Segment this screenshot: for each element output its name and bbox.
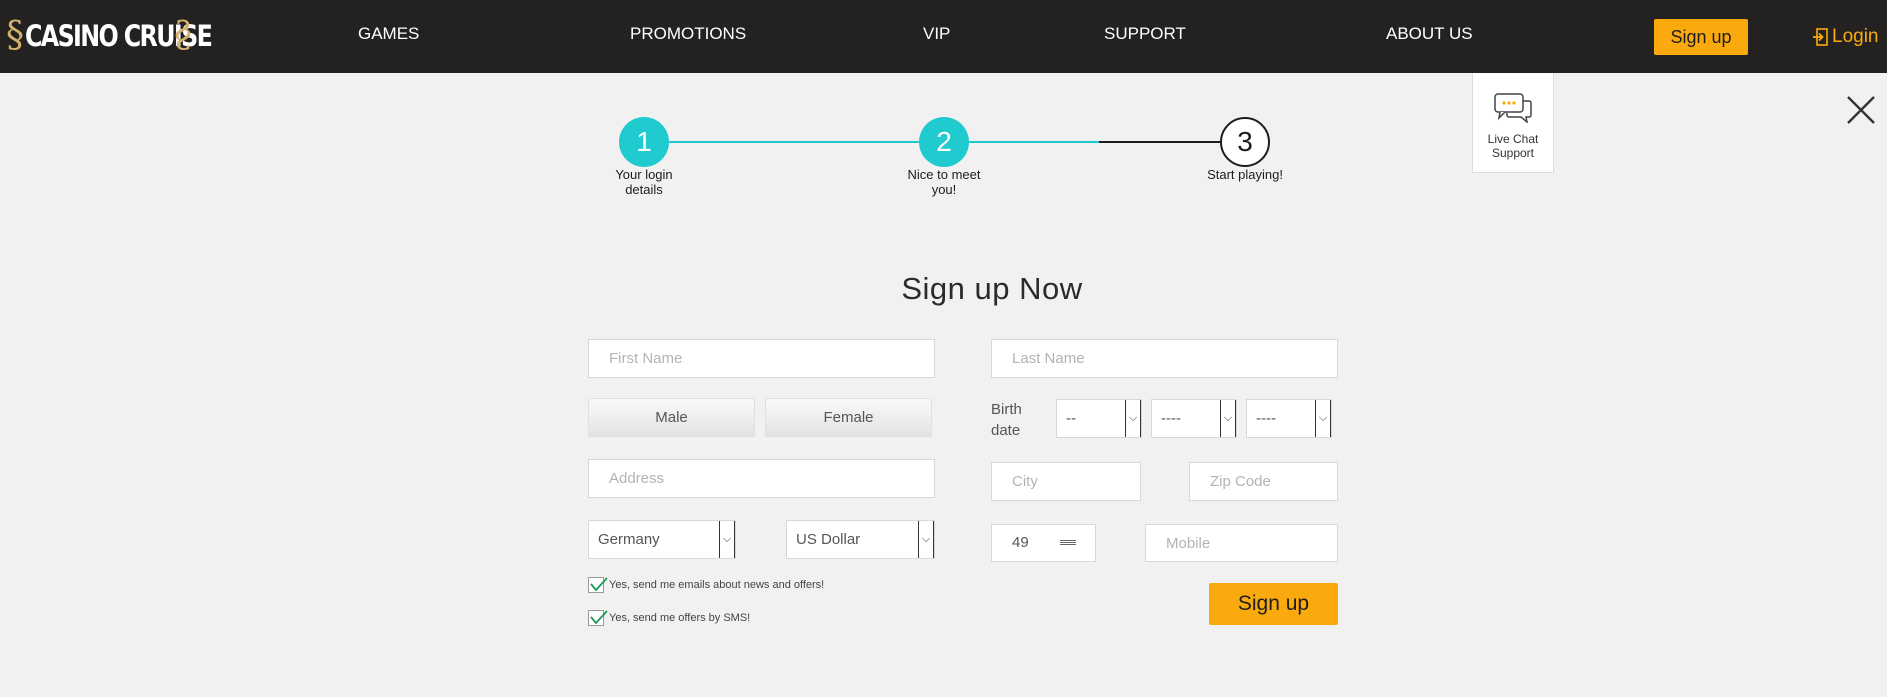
birth-date-label-line1: Birth: [991, 401, 1022, 418]
chevron-down-icon: ⌵: [719, 521, 735, 558]
signup-submit-button[interactable]: Sign up: [1209, 583, 1338, 625]
step-connector-1-2: [669, 141, 919, 143]
live-chat-label-line2: Support: [1491, 146, 1535, 160]
last-name-input[interactable]: [991, 339, 1338, 378]
top-navigation-bar: § CASINO CRUISE § GAMES PROMOTIONS VIP S…: [0, 0, 1887, 73]
sms-offers-checkbox[interactable]: [588, 610, 608, 626]
zip-code-input[interactable]: [1189, 462, 1338, 501]
step-2-label: Nice to meet you!: [889, 167, 999, 197]
birth-month-select[interactable]: ---- ⌵: [1151, 399, 1237, 438]
gender-male-button[interactable]: Male: [588, 398, 755, 437]
seahorse-icon: §: [6, 15, 24, 56]
email-offers-label: Yes, send me emails about news and offer…: [609, 578, 825, 591]
sms-offers-checkbox-row[interactable]: Yes, send me offers by SMS!: [588, 610, 750, 626]
city-input[interactable]: [991, 462, 1141, 501]
signup-title: Sign up Now: [901, 271, 1083, 306]
nav-promotions[interactable]: PROMOTIONS: [630, 24, 746, 44]
flag-icon: [1060, 540, 1076, 546]
casino-cruise-logo[interactable]: § CASINO CRUISE §: [6, 15, 213, 56]
email-offers-checkbox-row[interactable]: Yes, send me emails about news and offer…: [588, 577, 824, 593]
currency-value: US Dollar: [796, 531, 861, 548]
sms-offers-label: Yes, send me offers by SMS!: [609, 611, 751, 624]
currency-select[interactable]: US Dollar ⌵: [786, 520, 935, 559]
phone-prefix-select[interactable]: 49: [991, 524, 1096, 562]
birth-day-value: --: [1066, 410, 1076, 427]
step-2-label-line1: Nice to meet: [907, 167, 981, 182]
logo-text: CASINO CRUISE: [25, 19, 213, 53]
step-1-label-line2: details: [625, 182, 663, 197]
step-2-circle: 2: [919, 117, 969, 167]
close-icon[interactable]: [1846, 95, 1876, 125]
country-value: Germany: [598, 531, 660, 548]
birth-date-label-line2: date: [991, 422, 1021, 439]
step-connector-2-3-remaining: [1099, 141, 1221, 143]
chat-bubble-icon: [1494, 93, 1532, 124]
step-3-label: Start playing!: [1190, 167, 1300, 182]
chevron-down-icon: ⌵: [1220, 400, 1236, 437]
chevron-down-icon: ⌵: [1125, 400, 1141, 437]
birth-day-select[interactable]: -- ⌵: [1056, 399, 1142, 438]
chevron-down-icon: ⌵: [1315, 400, 1331, 437]
step-connector-2-3-progress: [969, 141, 1099, 143]
header-signup-button[interactable]: Sign up: [1654, 19, 1748, 55]
step-1-label-line1: Your login: [615, 167, 673, 182]
first-name-input[interactable]: [588, 339, 935, 378]
login-label: Login: [1832, 26, 1879, 47]
live-chat-support-button[interactable]: Live Chat Support: [1472, 73, 1554, 173]
gender-female-button[interactable]: Female: [765, 398, 932, 437]
step-2-label-line2: you!: [931, 182, 957, 197]
email-offers-checkbox[interactable]: [588, 577, 608, 593]
nav-about-us[interactable]: ABOUT US: [1386, 24, 1473, 44]
nav-games[interactable]: GAMES: [358, 24, 419, 44]
live-chat-label-line1: Live Chat: [1487, 132, 1539, 146]
step-1-circle: 1: [619, 117, 669, 167]
login-link[interactable]: Login: [1812, 25, 1879, 49]
birth-date-label: Birth date: [991, 399, 1041, 441]
phone-prefix-value: 49: [1012, 534, 1029, 551]
step-3-label-line1: Start playing!: [1207, 167, 1283, 182]
checkmark-icon: [590, 577, 608, 592]
birth-year-value: ----: [1256, 410, 1276, 427]
checkmark-icon: [590, 610, 608, 625]
address-input[interactable]: [588, 459, 935, 498]
birth-year-select[interactable]: ---- ⌵: [1246, 399, 1332, 438]
chevron-down-icon: ⌵: [918, 521, 934, 558]
nav-support[interactable]: SUPPORT: [1104, 24, 1186, 44]
birth-month-value: ----: [1161, 410, 1181, 427]
country-select[interactable]: Germany ⌵: [588, 520, 736, 559]
login-icon: [1813, 28, 1828, 46]
seahorse-icon: §: [174, 15, 192, 56]
step-1-label: Your login details: [589, 167, 699, 197]
mobile-input[interactable]: [1145, 524, 1338, 562]
step-3-circle: 3: [1220, 117, 1270, 167]
nav-vip[interactable]: VIP: [923, 24, 950, 44]
